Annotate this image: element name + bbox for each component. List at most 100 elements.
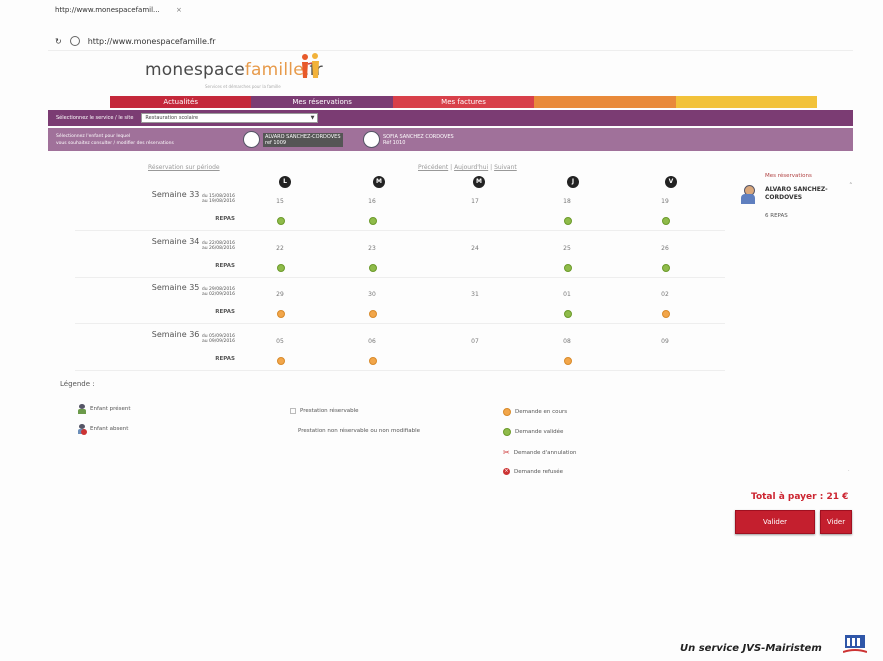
legend-title: Légende :: [60, 380, 95, 388]
row-divider: [75, 370, 725, 371]
period-reservation-link[interactable]: Réservation sur période: [148, 164, 220, 171]
sidebar-meal-count: 6 REPAS: [765, 213, 788, 219]
day-number: 29: [276, 291, 284, 298]
day-number: 23: [368, 245, 376, 252]
meal-pending-icon[interactable]: [564, 357, 572, 365]
day-number: 08: [563, 338, 571, 345]
child-name: ALVARO SANCHEZ-CORDOVES: [265, 133, 341, 140]
day-number: 19: [661, 198, 669, 205]
meal-validated-icon[interactable]: [369, 217, 377, 225]
child-ref: ref 1009: [265, 139, 287, 146]
day-number: 01: [563, 291, 571, 298]
week-number: Semaine 34: [151, 237, 200, 246]
calendar-grid: Semaine 33 du 15/08/2016 au 19/08/2016 15 1…: [75, 190, 725, 380]
browser-tab[interactable]: http://www.monespacefamil... ×: [55, 6, 182, 14]
validate-button[interactable]: Valider: [735, 510, 815, 534]
child-ref: Réf 1010: [383, 139, 406, 146]
meal-pending-icon[interactable]: [662, 310, 670, 318]
logo-main-text: monespace: [145, 60, 245, 80]
jvs-logo-icon: [843, 635, 867, 653]
child-name-line-2: CORDOVES: [765, 194, 803, 201]
url-text: http://www.monespacefamille.fr: [87, 36, 216, 46]
site-info-icon[interactable]: [69, 36, 80, 46]
legend-label: Prestation réservable: [300, 408, 359, 414]
tab-close-icon[interactable]: ×: [176, 6, 182, 14]
row-divider: [75, 277, 725, 278]
week-to: au 09/09/2016: [202, 339, 235, 344]
nav-reservations[interactable]: Mes réservations: [251, 96, 393, 108]
legend-absent: Enfant absent: [78, 424, 128, 435]
day-number: 06: [368, 338, 376, 345]
day-number: 25: [563, 245, 571, 252]
person-present-icon: [78, 404, 86, 414]
meal-pending-icon[interactable]: [369, 310, 377, 318]
day-header-tuesday: M: [373, 176, 385, 188]
day-number: 26: [661, 245, 669, 252]
day-number: 02: [661, 291, 669, 298]
meal-pending-icon[interactable]: [369, 357, 377, 365]
meal-validated-icon[interactable]: [564, 217, 572, 225]
person-absent-icon: [78, 424, 87, 435]
child-sofia[interactable]: SOFIA SANCHEZ CORDOVES Réf 1010: [363, 131, 454, 148]
week-label: Semaine 33 du 15/08/2016 au 19/08/2016: [75, 190, 235, 204]
refused-icon: ×: [503, 468, 510, 475]
total-to-pay: Total à payer : 21 €: [751, 492, 849, 502]
meal-validated-icon[interactable]: [277, 264, 285, 272]
nav-yellow[interactable]: [675, 96, 818, 108]
week-number: Semaine 33: [151, 190, 200, 199]
clear-button[interactable]: Vider: [820, 510, 852, 534]
legend-label: Demande en cours: [515, 409, 568, 415]
address-bar[interactable]: ↻ http://www.monespacefamille.fr: [55, 36, 216, 46]
meal-validated-icon[interactable]: [662, 264, 670, 272]
day-number: 09: [661, 338, 669, 345]
legend-present: Enfant présent: [78, 404, 131, 414]
row-divider: [75, 230, 725, 231]
meal-validated-icon[interactable]: [564, 264, 572, 272]
site-logo[interactable]: monespacefamille.fr: [145, 60, 323, 80]
previous-link[interactable]: Précédent: [418, 164, 448, 171]
nav-actualites[interactable]: Actualités: [110, 96, 252, 108]
reload-icon[interactable]: ↻: [55, 37, 62, 46]
week-number: Semaine 36: [151, 330, 200, 339]
chevron-down-icon: ▼: [310, 115, 315, 121]
child-alvaro[interactable]: ALVARO SANCHEZ-CORDOVES ref 1009: [243, 131, 343, 148]
meal-validated-icon[interactable]: [369, 264, 377, 272]
meal-validated-icon[interactable]: [662, 217, 670, 225]
day-number: 17: [471, 198, 479, 205]
meal-pending-icon[interactable]: [277, 357, 285, 365]
collapse-icon[interactable]: ˄: [849, 182, 853, 190]
footer-text: Un service JVS-Mairistem: [680, 643, 822, 654]
nav-orange[interactable]: [534, 96, 676, 108]
sidebar-child-name: ALVARO SANCHEZ- CORDOVES: [765, 186, 828, 202]
meal-row-label: REPAS: [215, 263, 235, 269]
nav-factures[interactable]: Mes factures: [392, 96, 535, 108]
day-number: 07: [471, 338, 479, 345]
day-header-wednesday: M: [473, 176, 485, 188]
child-name: SOFIA SANCHEZ CORDOVES: [383, 133, 454, 140]
service-label: Sélectionnez le service / le site: [56, 115, 134, 121]
main-nav: Actualités Mes réservations Mes factures: [110, 96, 818, 108]
legend-refused: × Demande refusée: [503, 468, 563, 475]
legend-label: Demande refusée: [514, 468, 564, 475]
calendar-nav: Précédent | Aujourd'hui | Suivant: [418, 164, 517, 171]
legend-pending: Demande en cours: [503, 408, 567, 416]
service-select[interactable]: Restauration scolaire ▼: [141, 113, 319, 123]
meal-validated-icon[interactable]: [564, 310, 572, 318]
week-to: au 19/08/2016: [202, 199, 235, 204]
row-divider: [75, 323, 725, 324]
day-header-friday: V: [665, 176, 677, 188]
meal-validated-icon[interactable]: [277, 217, 285, 225]
scroll-indicator: ·: [848, 468, 850, 474]
day-number: 31: [471, 291, 479, 298]
legend-label: Demande d'annulation: [513, 449, 577, 456]
legend-label: Enfant présent: [90, 406, 131, 412]
next-link[interactable]: Suivant: [494, 164, 517, 171]
today-link[interactable]: Aujourd'hui: [454, 164, 488, 171]
avatar: [243, 131, 260, 148]
day-number: 05: [276, 338, 284, 345]
day-number: 30: [368, 291, 376, 298]
day-number: 15: [276, 198, 284, 205]
sidebar-title: Mes réservations: [765, 173, 812, 179]
meal-pending-icon[interactable]: [277, 310, 285, 318]
legend-validated: Demande validée: [503, 428, 563, 436]
